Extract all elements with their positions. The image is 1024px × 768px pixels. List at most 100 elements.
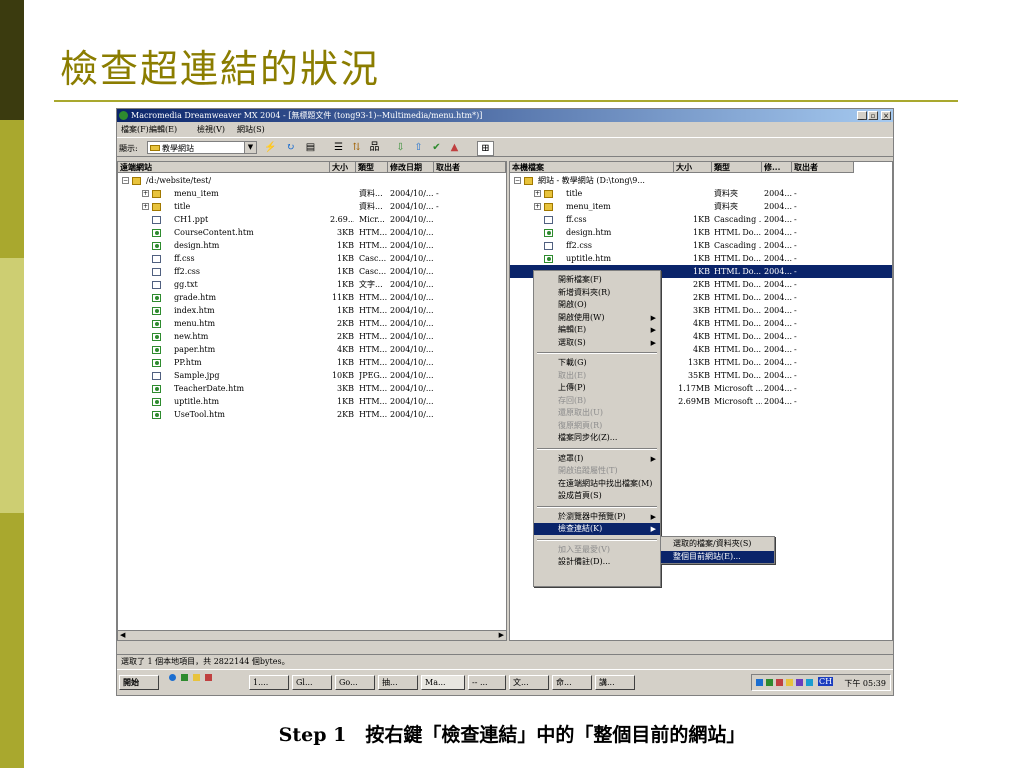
scroll-left-icon[interactable]: ◀ <box>120 631 125 639</box>
start-button[interactable]: 開始 <box>119 675 159 690</box>
table-row[interactable]: design.htm 1KB HTM... 2004/10/... <box>118 239 506 252</box>
table-row[interactable]: PP.htm 1KB HTM... 2004/10/... <box>118 356 506 369</box>
put-icon[interactable]: ⇧ <box>411 141 426 154</box>
table-row[interactable]: + menu_item 資料... 2004/10/... - <box>118 187 506 200</box>
context-menu-item[interactable]: 設成首頁(S) <box>534 490 660 502</box>
minimize-button[interactable]: _ <box>857 111 867 120</box>
tray-icon[interactable] <box>766 679 773 686</box>
collapse-icon[interactable]: − <box>514 177 521 184</box>
taskbar-button[interactable]: Ma... <box>421 675 465 690</box>
table-row[interactable]: + title 資料夾 2004... - <box>510 187 892 200</box>
table-row[interactable]: + menu_item 資料夾 2004... - <box>510 200 892 213</box>
context-menu-item[interactable]: 開啟(O) <box>534 299 660 311</box>
expand-icon[interactable]: + <box>142 203 149 210</box>
context-menu-item[interactable]: 於瀏覽器中預覽(P) ▶ <box>534 511 660 523</box>
table-row[interactable]: Sample.jpg 10KB JPEG... 2004/10/... <box>118 369 506 382</box>
site-select[interactable]: 教學網站 ▼ <box>147 141 257 154</box>
submenu-item[interactable]: 選取的檔案/資料夾(S) <box>661 538 774 550</box>
local-root-row[interactable]: − 網站 - 教學網站 (D:\tong\9... <box>510 174 892 187</box>
remote-hscrollbar[interactable]: ◀ ▶ <box>118 630 506 640</box>
taskbar-button[interactable]: 1.... <box>249 675 289 690</box>
ie-icon[interactable] <box>169 674 176 681</box>
table-row[interactable]: uptitle.htm 1KB HTML Do... 2004... - <box>510 252 892 265</box>
close-button[interactable]: × <box>881 111 891 120</box>
remote-header-checked-out[interactable]: 取出者 <box>434 162 506 173</box>
context-menu-item[interactable]: 在遠端網站中找出檔案(M) <box>534 478 660 490</box>
site-map-icon[interactable]: 品 <box>367 141 382 154</box>
remote-header-size[interactable]: 大小 <box>330 162 356 173</box>
menu-edit[interactable]: 編輯(E) <box>149 124 177 135</box>
taskbar-button[interactable]: 文... <box>509 675 549 690</box>
table-row[interactable]: CH1.ppt 2.69... Micr... 2004/10/... <box>118 213 506 226</box>
taskbar-button[interactable]: Gl... <box>292 675 332 690</box>
menu-site[interactable]: 網站(S) <box>237 124 265 135</box>
restore-button[interactable]: ▫ <box>868 111 878 120</box>
context-menu-item[interactable]: 檢查連結(K) ▶ <box>534 523 660 535</box>
table-row[interactable]: design.htm 1KB HTML Do... 2004... - <box>510 226 892 239</box>
table-row[interactable]: TeacherDate.htm 3KB HTM... 2004/10/... <box>118 382 506 395</box>
table-row[interactable]: ff2.css 1KB Cascading ... 2004... - <box>510 239 892 252</box>
taskbar-button[interactable]: 抽... <box>378 675 418 690</box>
local-header-name[interactable]: 本機檔案 <box>510 162 674 173</box>
menu-view[interactable]: 檢視(V) <box>197 124 225 135</box>
table-row[interactable]: gg.txt 1KB 文字... 2004/10/... <box>118 278 506 291</box>
desktop-icon[interactable] <box>193 674 200 681</box>
table-row[interactable]: ff.css 1KB Cascading ... 2004... - <box>510 213 892 226</box>
sync-icon[interactable]: ⇅ <box>349 141 364 154</box>
checkout-icon[interactable]: ✔ <box>429 141 444 154</box>
remote-header-name[interactable]: 遠端網站 <box>118 162 330 173</box>
tray-icon[interactable] <box>776 679 783 686</box>
remote-header-date[interactable]: 修改日期 <box>388 162 434 173</box>
table-row[interactable]: grade.htm 11KB HTM... 2004/10/... <box>118 291 506 304</box>
remote-header-type[interactable]: 類型 <box>356 162 388 173</box>
tray-icon[interactable] <box>796 679 803 686</box>
remote-root-row[interactable]: − /d:/website/test/ <box>118 174 506 187</box>
quicklaunch-icon[interactable] <box>181 674 188 681</box>
taskbar-button[interactable]: -- ... <box>468 675 506 690</box>
taskbar-button[interactable]: Go... <box>335 675 375 690</box>
checkin-icon[interactable]: ▲ <box>447 141 462 154</box>
tray-icon[interactable] <box>786 679 793 686</box>
table-row[interactable]: menu.htm 2KB HTM... 2004/10/... <box>118 317 506 330</box>
table-row[interactable]: paper.htm 4KB HTM... 2004/10/... <box>118 343 506 356</box>
context-menu-item[interactable]: 上傳(P) <box>534 382 660 394</box>
taskbar-button[interactable]: 講... <box>595 675 635 690</box>
table-row[interactable]: ff2.css 1KB Casc... 2004/10/... <box>118 265 506 278</box>
context-menu-item[interactable]: 選取(S) ▶ <box>534 337 660 349</box>
local-header-date[interactable]: 修... <box>762 162 792 173</box>
tray-icon[interactable] <box>756 679 763 686</box>
table-row[interactable]: UseTool.htm 2KB HTM... 2004/10/... <box>118 408 506 421</box>
table-row[interactable]: + title 資料... 2004/10/... - <box>118 200 506 213</box>
context-menu-item[interactable]: 新增資料夾(R) <box>534 287 660 299</box>
context-menu-item[interactable]: 檔案同步化(Z)... <box>534 432 660 444</box>
get-icon[interactable]: ⇩ <box>393 141 408 154</box>
expand-icon[interactable]: ☰ <box>331 141 346 154</box>
table-row[interactable]: ff.css 1KB Casc... 2004/10/... <box>118 252 506 265</box>
input-method-icon[interactable]: CH <box>818 677 834 686</box>
media-icon[interactable] <box>205 674 212 681</box>
expand-icon[interactable]: + <box>534 203 541 210</box>
submenu-item[interactable]: 整個目前網站(E)... <box>661 551 774 563</box>
connect-icon[interactable]: ⚡ <box>263 141 278 154</box>
context-menu-item[interactable]: 下載(G) <box>534 357 660 369</box>
local-header-type[interactable]: 類型 <box>712 162 762 173</box>
taskbar-button[interactable]: 命... <box>552 675 592 690</box>
refresh-icon[interactable]: ↻ <box>283 141 298 154</box>
expand-collapse-icon[interactable]: ⊞ <box>477 141 494 156</box>
tray-icon[interactable] <box>806 679 813 686</box>
local-header-size[interactable]: 大小 <box>674 162 712 173</box>
view-icon[interactable]: ▤ <box>303 141 318 154</box>
menu-file[interactable]: 檔案(F) <box>121 124 149 135</box>
table-row[interactable]: index.htm 1KB HTM... 2004/10/... <box>118 304 506 317</box>
table-row[interactable]: CourseContent.htm 3KB HTM... 2004/10/... <box>118 226 506 239</box>
collapse-icon[interactable]: − <box>122 177 129 184</box>
context-menu-item[interactable]: 開啟使用(W) ▶ <box>534 312 660 324</box>
chevron-down-icon[interactable]: ▼ <box>244 142 256 153</box>
context-menu-item[interactable]: 開新檔案(F) <box>534 274 660 286</box>
context-menu-item[interactable]: 設計備註(D)... <box>534 556 660 568</box>
expand-icon[interactable]: + <box>534 190 541 197</box>
table-row[interactable]: uptitle.htm 1KB HTM... 2004/10/... <box>118 395 506 408</box>
table-row[interactable]: new.htm 2KB HTM... 2004/10/... <box>118 330 506 343</box>
scroll-right-icon[interactable]: ▶ <box>499 631 504 639</box>
context-menu-item[interactable]: 遮罩(I) ▶ <box>534 453 660 465</box>
